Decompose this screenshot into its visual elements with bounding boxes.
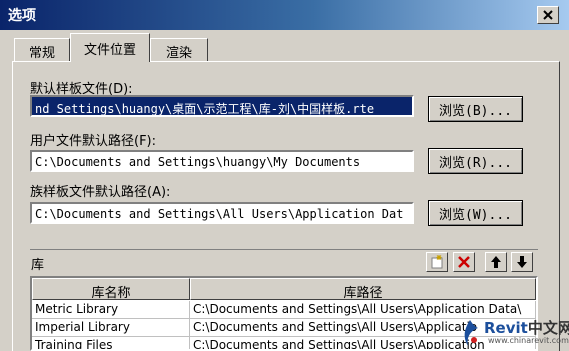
tab-general[interactable]: 常规 — [14, 38, 70, 61]
dialog-title: 选项 — [8, 8, 36, 24]
new-library-button[interactable] — [426, 252, 448, 272]
user-path-label: 用户文件默认路径(F): — [30, 134, 157, 149]
revit-logo-icon — [464, 320, 478, 346]
delete-library-button[interactable] — [453, 252, 475, 272]
tab-rendering[interactable]: 渲染 — [150, 38, 208, 61]
options-dialog: 选项 常规 文件位置 渲染 默认样板文件(D): nd Settings\hua… — [0, 0, 569, 351]
library-name-cell: Training Files — [32, 337, 190, 349]
template-file-input[interactable]: nd Settings\huangy\桌面\示范工程\库-刘\中国样板.rte — [30, 95, 414, 117]
column-header-path[interactable]: 库路径 — [190, 278, 536, 301]
library-name-cell: Metric Library — [32, 301, 190, 319]
library-name-cell: Imperial Library — [32, 319, 190, 337]
arrow-down-icon — [517, 256, 527, 268]
watermark-brand: Revit中文网 — [484, 319, 569, 337]
library-title: 库 — [31, 258, 45, 273]
family-path-input[interactable]: C:\Documents and Settings\All Users\Appl… — [30, 202, 414, 224]
browse-template-button[interactable]: 浏览(B)... — [428, 96, 523, 122]
arrow-up-icon — [491, 256, 501, 268]
move-up-button[interactable] — [485, 252, 507, 272]
delete-icon — [458, 256, 470, 268]
library-header: 库 — [30, 249, 538, 273]
new-icon — [431, 255, 443, 269]
close-icon — [543, 10, 553, 20]
tab-label: 渲染 — [165, 46, 192, 61]
watermark: Revit中文网 www.chinarevit.com — [458, 316, 569, 350]
browse-user-path-button[interactable]: 浏览(R)... — [428, 148, 523, 174]
user-path-input[interactable]: C:\Documents and Settings\huangy\My Docu… — [30, 150, 414, 172]
tab-label: 常规 — [28, 46, 55, 61]
close-button[interactable] — [537, 6, 559, 24]
browse-family-path-button[interactable]: 浏览(W)... — [428, 200, 523, 226]
move-down-button[interactable] — [511, 252, 533, 272]
title-bar[interactable]: 选项 — [0, 0, 569, 30]
template-file-value: nd Settings\huangy\桌面\示范工程\库-刘\中国样板.rte — [35, 102, 375, 116]
tab-label: 文件位置 — [83, 43, 136, 58]
watermark-url: www.chinarevit.com — [488, 336, 569, 345]
tab-file-locations[interactable]: 文件位置 — [70, 33, 150, 62]
family-path-label: 族样板文件默认路径(A): — [30, 185, 171, 200]
column-header-name[interactable]: 库名称 — [32, 278, 190, 301]
table-header: 库名称 库路径 — [32, 278, 536, 301]
